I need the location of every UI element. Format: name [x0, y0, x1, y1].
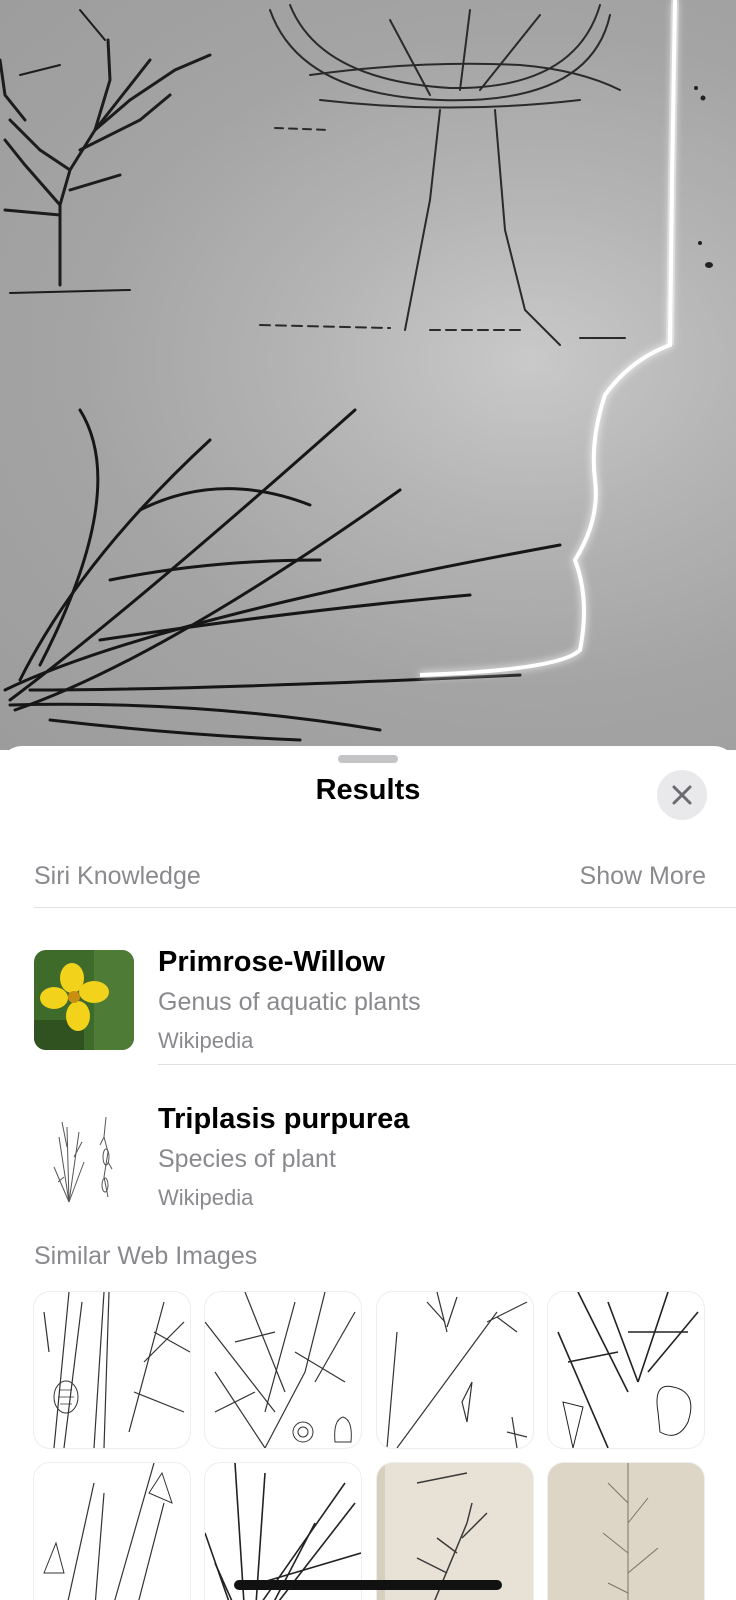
screen: Results Siri Knowledge Show More Primros… [0, 0, 736, 1600]
similar-image-3[interactable] [377, 1292, 533, 1448]
result-name: Triplasis purpurea [158, 1103, 410, 1135]
similar-image-4[interactable] [548, 1292, 704, 1448]
result-description: Genus of aquatic plants [158, 988, 421, 1016]
results-sheet: Results Siri Knowledge Show More Primros… [0, 746, 736, 1600]
grass-illustration-icon [43, 1292, 190, 1448]
divider [34, 907, 736, 908]
divider [158, 1064, 736, 1065]
similar-image-8[interactable] [548, 1463, 704, 1600]
close-icon [672, 785, 692, 805]
result-item-triplasis-purpurea[interactable]: Triplasis purpurea Species of plant Wiki… [0, 1103, 736, 1247]
home-indicator[interactable] [234, 1580, 502, 1590]
sheet-grabber-handle[interactable] [338, 755, 398, 763]
show-more-button[interactable]: Show More [580, 862, 706, 891]
sheet-title: Results [315, 774, 421, 806]
subject-photo [0, 0, 736, 750]
close-button[interactable] [657, 770, 707, 820]
result-item-primrose-willow[interactable]: Primrose-Willow Genus of aquatic plants … [0, 946, 736, 1090]
result-source: Wikipedia [158, 1028, 254, 1053]
similar-image-5[interactable] [34, 1463, 190, 1600]
leafy-plant-illustration-icon [557, 1292, 699, 1448]
herbarium-sheet-icon [548, 1463, 704, 1600]
result-name: Primrose-Willow [158, 946, 385, 978]
result-description: Species of plant [158, 1145, 336, 1173]
similar-images-header: Similar Web Images [34, 1242, 258, 1270]
grass-spikelet-illustration-icon [386, 1292, 528, 1448]
result-source: Wikipedia [158, 1185, 254, 1210]
grass-leaf-illustration-icon [43, 1463, 173, 1600]
botanical-illustration-icon [34, 1107, 134, 1207]
sketch-drawing [0, 0, 713, 742]
similar-image-2[interactable] [205, 1292, 361, 1448]
siri-knowledge-title: Siri Knowledge [34, 862, 201, 890]
branching-grass-illustration-icon [205, 1292, 356, 1448]
siri-knowledge-header: Siri Knowledge Show More [34, 862, 706, 891]
yellow-flower-photo-icon [34, 950, 134, 1050]
similar-image-1[interactable] [34, 1292, 190, 1448]
